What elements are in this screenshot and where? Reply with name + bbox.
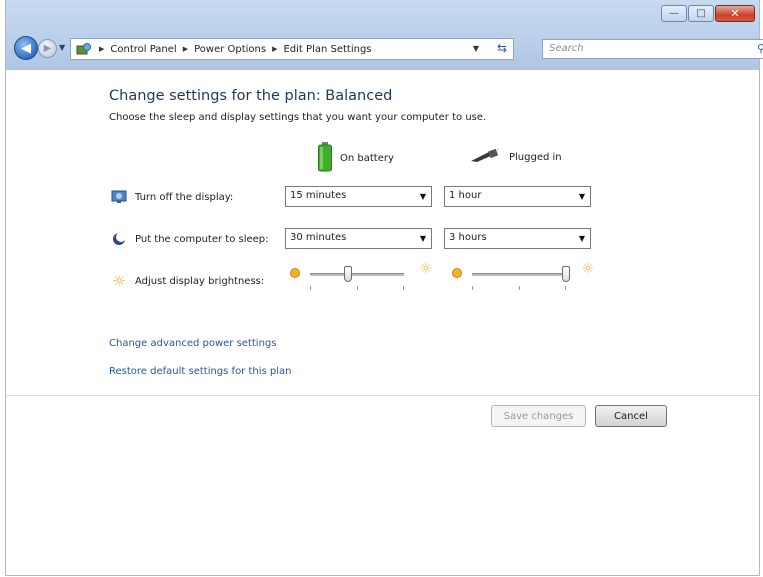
slider-thumb[interactable] xyxy=(562,266,570,282)
column-header-battery: On battery xyxy=(318,142,394,175)
sleep-plugged-select[interactable]: 3 hours ▼ xyxy=(444,228,591,249)
caption-buttons: — □ ✕ xyxy=(660,5,755,22)
chevron-down-icon: ▼ xyxy=(419,234,426,243)
sleep-plugged-value: 3 hours xyxy=(449,232,487,243)
slider-tick xyxy=(472,286,473,290)
search-icon[interactable]: ⚲ xyxy=(757,42,763,55)
sleep-moon-icon xyxy=(109,231,129,247)
page-title: Change settings for the plan: Balanced xyxy=(109,88,393,104)
breadcrumb-separator-icon: ▶ xyxy=(272,45,278,53)
maximize-icon: □ xyxy=(696,7,706,19)
battery-icon xyxy=(318,142,332,175)
address-dropdown-icon[interactable]: ▼ xyxy=(473,44,479,53)
dim-sun-icon xyxy=(290,268,300,278)
recent-pages-dropdown[interactable]: ▼ xyxy=(59,43,65,52)
power-plug-icon xyxy=(469,147,501,166)
display-setting-label: Turn off the display: xyxy=(135,191,234,203)
breadcrumb-separator-icon: ▶ xyxy=(182,45,189,53)
sleep-battery-select[interactable]: 30 minutes ▼ xyxy=(285,228,432,249)
cancel-button[interactable]: Cancel xyxy=(595,405,667,427)
forward-arrow-icon: ▶ xyxy=(43,43,52,54)
search-input[interactable]: Search ⚲ xyxy=(542,39,763,59)
brightness-sun-icon: ☼ xyxy=(112,272,126,290)
breadcrumb-edit-plan-settings[interactable]: Edit Plan Settings xyxy=(283,44,371,55)
bright-sun-icon: ☼ xyxy=(419,261,432,277)
slider-thumb[interactable] xyxy=(343,266,352,282)
restore-defaults-link[interactable]: Restore default settings for this plan xyxy=(109,366,292,377)
page-subtitle: Choose the sleep and display settings th… xyxy=(109,112,487,123)
title-bar: — □ ✕ ◀ ▶ ▼ ▶ Control Panel ▶ Power Opti… xyxy=(6,0,763,70)
display-setting-row: Turn off the display: xyxy=(109,189,233,205)
divider xyxy=(6,395,759,396)
display-battery-value: 15 minutes xyxy=(290,190,347,201)
slider-track xyxy=(472,273,566,276)
close-icon: ✕ xyxy=(730,7,740,20)
chevron-down-icon: ▼ xyxy=(578,234,585,243)
sleep-battery-value: 30 minutes xyxy=(290,232,347,243)
sleep-setting-label: Put the computer to sleep: xyxy=(135,233,269,245)
save-changes-button[interactable]: Save changes xyxy=(491,405,586,427)
slider-tick xyxy=(310,286,311,290)
brightness-battery-slider[interactable]: ☼ xyxy=(290,262,432,290)
minimize-button[interactable]: — xyxy=(661,5,687,22)
minimize-icon: — xyxy=(669,7,679,19)
chevron-down-icon: ▼ xyxy=(419,192,426,201)
control-panel-window: — □ ✕ ◀ ▶ ▼ ▶ Control Panel ▶ Power Opti… xyxy=(5,0,763,576)
breadcrumb-control-panel[interactable]: Control Panel xyxy=(110,44,176,55)
sleep-setting-row: Put the computer to sleep: xyxy=(109,231,269,247)
slider-tick xyxy=(403,286,404,290)
brightness-setting-row: ☼ Adjust display brightness: xyxy=(109,272,265,290)
control-panel-icon xyxy=(75,41,93,57)
display-icon xyxy=(109,189,129,205)
display-battery-select[interactable]: 15 minutes ▼ xyxy=(285,186,432,207)
column-label-battery: On battery xyxy=(340,153,394,164)
back-button[interactable]: ◀ xyxy=(14,36,38,60)
display-plugged-select[interactable]: 1 hour ▼ xyxy=(444,186,591,207)
close-button[interactable]: ✕ xyxy=(715,5,755,22)
slider-tick xyxy=(565,286,566,290)
slider-tick xyxy=(357,286,358,290)
brightness-plugged-slider[interactable]: ☼ xyxy=(452,262,594,290)
breadcrumb-power-options[interactable]: Power Options xyxy=(194,44,266,55)
search-placeholder: Search xyxy=(549,43,584,54)
address-bar[interactable]: ▶ Control Panel ▶ Power Options ▶ Edit P… xyxy=(70,38,514,60)
column-label-plugged: Plugged in xyxy=(509,152,562,163)
navigation-bar: ◀ ▶ ▼ ▶ Control Panel ▶ Power Options ▶ … xyxy=(14,36,763,62)
advanced-settings-link[interactable]: Change advanced power settings xyxy=(109,338,276,349)
breadcrumb: ▶ Control Panel ▶ Power Options ▶ Edit P… xyxy=(93,44,372,55)
column-header-plugged: Plugged in xyxy=(469,147,562,166)
back-arrow-icon: ◀ xyxy=(21,40,31,56)
bright-sun-icon: ☼ xyxy=(581,261,594,277)
display-plugged-value: 1 hour xyxy=(449,190,482,201)
slider-tick xyxy=(519,286,520,290)
refresh-icon[interactable]: ⇆ xyxy=(497,41,507,55)
breadcrumb-separator-icon: ▶ xyxy=(99,45,105,53)
main-content: Change settings for the plan: Balanced C… xyxy=(6,70,759,575)
dim-sun-icon xyxy=(452,268,462,278)
chevron-down-icon: ▼ xyxy=(578,192,585,201)
forward-button[interactable]: ▶ xyxy=(38,39,57,58)
brightness-setting-label: Adjust display brightness: xyxy=(135,275,265,287)
slider-track xyxy=(310,273,404,276)
maximize-button[interactable]: □ xyxy=(688,5,714,22)
